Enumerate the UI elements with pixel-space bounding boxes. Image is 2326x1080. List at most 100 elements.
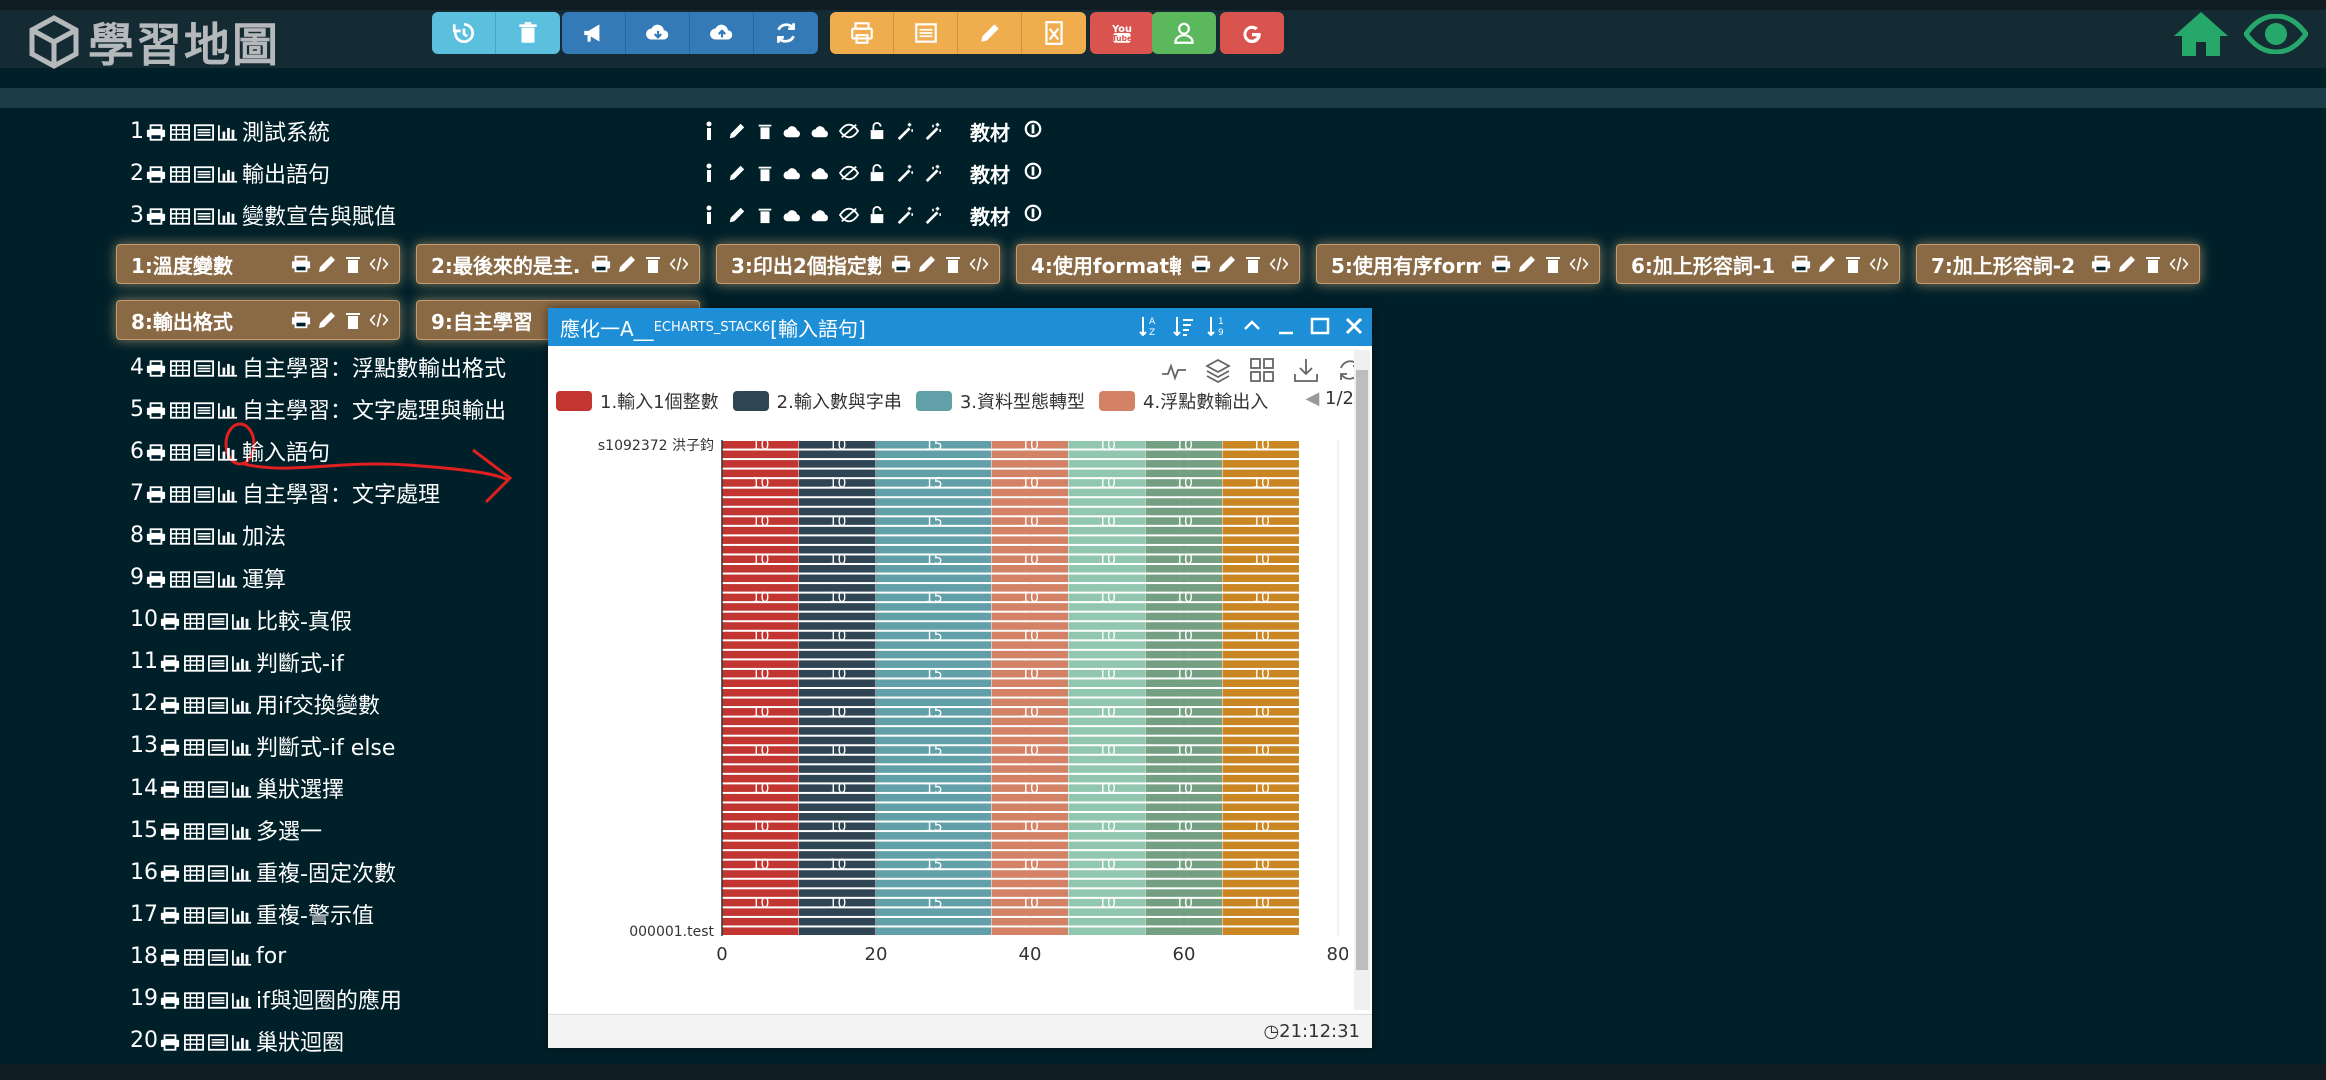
stack-icon[interactable] bbox=[1204, 356, 1232, 384]
cloud-download-button[interactable] bbox=[626, 12, 690, 54]
refresh-button[interactable] bbox=[754, 12, 818, 54]
print-icon[interactable] bbox=[160, 1032, 182, 1051]
table-icon[interactable] bbox=[184, 779, 206, 798]
info-icon[interactable] bbox=[698, 204, 720, 226]
task-button[interactable]: 7:加上形容詞-2 bbox=[1916, 244, 2200, 284]
magic-alt-icon[interactable] bbox=[922, 162, 944, 184]
card-icon[interactable] bbox=[194, 400, 216, 419]
trash-icon[interactable] bbox=[1543, 254, 1563, 279]
card-icon[interactable] bbox=[208, 990, 230, 1009]
card-icon[interactable] bbox=[208, 947, 230, 967]
lesson-title[interactable]: 比較-真假 bbox=[256, 604, 352, 636]
cloud-upload-icon[interactable] bbox=[810, 162, 832, 184]
info-icon[interactable] bbox=[698, 120, 720, 142]
table-icon[interactable] bbox=[170, 484, 192, 503]
trash-icon[interactable] bbox=[2143, 254, 2163, 279]
trash-button[interactable] bbox=[496, 12, 560, 54]
lesson-title[interactable]: 變數宣告與賦值 bbox=[242, 199, 396, 231]
lesson-title[interactable]: 輸入語句 bbox=[242, 435, 330, 467]
cloud-upload-icon[interactable] bbox=[810, 120, 832, 142]
trash-icon[interactable] bbox=[754, 120, 776, 142]
lesson-title[interactable]: 加法 bbox=[242, 519, 286, 551]
trash-icon[interactable] bbox=[1843, 254, 1863, 279]
print-icon[interactable] bbox=[146, 526, 168, 546]
task-button[interactable]: 8:輸出格式 bbox=[116, 300, 400, 340]
table-icon[interactable] bbox=[184, 947, 206, 967]
legend-item[interactable]: 1.輸入1個整數 bbox=[556, 388, 719, 414]
task-button[interactable]: 6:加上形容詞-1 bbox=[1616, 244, 1900, 284]
legend-item[interactable]: 3.資料型態轉型 bbox=[915, 388, 1085, 414]
print-icon[interactable] bbox=[160, 653, 182, 672]
bar-chart-icon[interactable] bbox=[232, 737, 254, 756]
lesson-title[interactable]: 多選一 bbox=[256, 814, 322, 846]
pencil-icon[interactable] bbox=[726, 120, 748, 142]
print-icon[interactable] bbox=[160, 695, 182, 714]
trash-icon[interactable] bbox=[643, 254, 663, 279]
popup-scrollbar[interactable] bbox=[1354, 350, 1370, 1010]
cloud-download-icon[interactable] bbox=[782, 120, 804, 142]
print-icon[interactable] bbox=[2091, 254, 2111, 279]
table-icon[interactable] bbox=[184, 611, 206, 630]
print-icon[interactable] bbox=[160, 863, 182, 882]
cloud-upload-button[interactable] bbox=[690, 12, 754, 54]
bar-chart-icon[interactable] bbox=[218, 206, 240, 225]
lesson-title[interactable]: 巢狀迴圈 bbox=[256, 1025, 344, 1057]
bar-chart-icon[interactable] bbox=[232, 779, 254, 798]
trash-icon[interactable] bbox=[1243, 254, 1263, 279]
print-icon[interactable] bbox=[146, 484, 168, 503]
material-link[interactable]: 教材 bbox=[970, 201, 1010, 230]
pencil-icon[interactable] bbox=[317, 310, 337, 335]
card-icon[interactable] bbox=[194, 442, 216, 461]
bar-chart-icon[interactable] bbox=[218, 164, 240, 183]
print-button[interactable] bbox=[830, 12, 894, 54]
bar-chart-icon[interactable] bbox=[232, 905, 254, 924]
pencil-icon[interactable] bbox=[2117, 254, 2137, 279]
bar-chart-icon[interactable] bbox=[218, 442, 240, 461]
card-icon[interactable] bbox=[194, 164, 216, 183]
card-icon[interactable] bbox=[208, 653, 230, 672]
table-icon[interactable] bbox=[170, 122, 192, 141]
trash-icon[interactable] bbox=[343, 254, 363, 279]
lesson-title[interactable]: 巢狀選擇 bbox=[256, 772, 344, 804]
print-icon[interactable] bbox=[160, 947, 182, 967]
eye-slash-icon[interactable] bbox=[838, 120, 860, 142]
card-icon[interactable] bbox=[208, 821, 230, 840]
table-icon[interactable] bbox=[170, 526, 192, 546]
bar-chart-icon[interactable] bbox=[232, 863, 254, 882]
eye-slash-icon[interactable] bbox=[838, 204, 860, 226]
bar-chart-icon[interactable] bbox=[232, 1032, 254, 1051]
lesson-title[interactable]: 判斷式-if bbox=[256, 646, 344, 678]
task-button[interactable]: 1:溫度變數 bbox=[116, 244, 400, 284]
material-link[interactable]: 教材 bbox=[970, 159, 1010, 188]
table-icon[interactable] bbox=[184, 695, 206, 714]
print-icon[interactable] bbox=[1791, 254, 1811, 279]
lesson-title[interactable]: 判斷式-if else bbox=[256, 730, 395, 762]
code-icon[interactable] bbox=[2169, 254, 2189, 279]
pencil-icon[interactable] bbox=[317, 254, 337, 279]
lesson-title[interactable]: 重複-固定次數 bbox=[256, 856, 396, 888]
code-icon[interactable] bbox=[1269, 254, 1289, 279]
print-icon[interactable] bbox=[146, 358, 168, 377]
sort-alpha-icon[interactable]: AZ bbox=[1138, 314, 1162, 338]
pencil-icon[interactable] bbox=[1217, 254, 1237, 279]
print-icon[interactable] bbox=[160, 821, 182, 840]
lesson-title[interactable]: 測試系統 bbox=[242, 115, 330, 147]
print-icon[interactable] bbox=[160, 779, 182, 798]
lesson-title[interactable]: 自主學習：文字處理與輸出 bbox=[242, 393, 506, 425]
print-icon[interactable] bbox=[146, 206, 168, 225]
table-icon[interactable] bbox=[184, 863, 206, 882]
print-icon[interactable] bbox=[146, 122, 168, 141]
card-icon[interactable] bbox=[208, 695, 230, 714]
table-icon[interactable] bbox=[184, 737, 206, 756]
code-icon[interactable] bbox=[669, 254, 689, 279]
close-icon[interactable] bbox=[1342, 314, 1366, 338]
lesson-title[interactable]: 輸出語句 bbox=[242, 157, 330, 189]
bar-chart-icon[interactable] bbox=[218, 484, 240, 503]
card-icon[interactable] bbox=[208, 863, 230, 882]
bar-chart-icon[interactable] bbox=[218, 526, 240, 546]
print-icon[interactable] bbox=[291, 310, 311, 335]
bar-chart-icon[interactable] bbox=[232, 821, 254, 840]
table-icon[interactable] bbox=[170, 358, 192, 377]
table-icon[interactable] bbox=[170, 206, 192, 225]
data-view-icon[interactable] bbox=[1248, 356, 1276, 384]
